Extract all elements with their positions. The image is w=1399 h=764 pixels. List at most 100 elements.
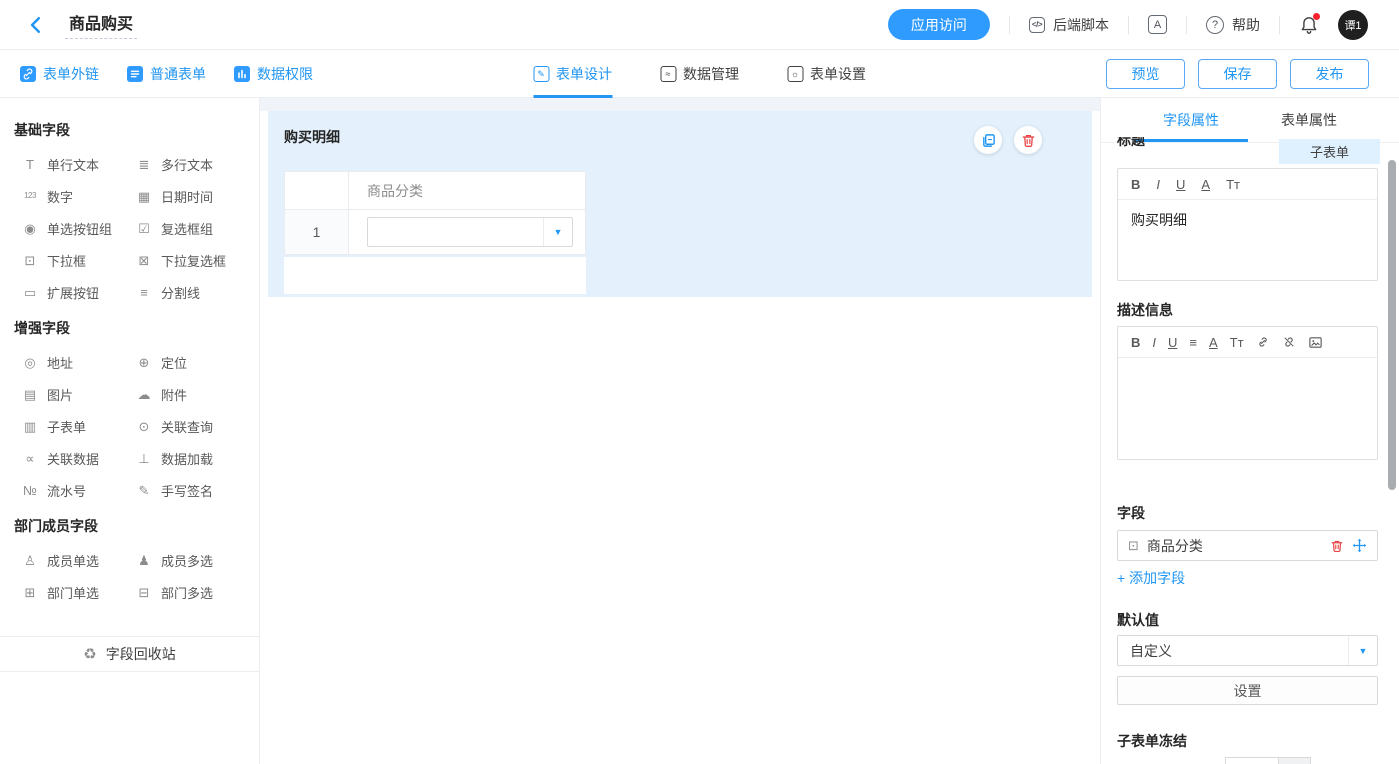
sidebar-item-multi-line-text[interactable]: ≣多行文本 <box>128 148 242 180</box>
tab-form-design[interactable]: ✎ 表单设计 <box>533 50 612 98</box>
dropdown-icon: ⊡ <box>21 254 39 267</box>
sidebar-item-image[interactable]: ▤图片 <box>14 378 128 410</box>
sidebar-item-data-load[interactable]: ⊥数据加载 <box>128 442 242 474</box>
location-icon: ⊕ <box>135 356 153 369</box>
image-insert-icon <box>1308 335 1323 350</box>
sidebar-item-subform[interactable]: ▥子表单 <box>14 410 128 442</box>
tab-form-properties[interactable]: 表单属性 <box>1281 110 1337 142</box>
panel-scrollbar-thumb[interactable] <box>1388 160 1396 490</box>
add-field-button[interactable]: + 添加字段 <box>1117 568 1185 588</box>
title-editor-value[interactable]: 购买明细 <box>1118 200 1377 240</box>
avatar[interactable]: 谭1 <box>1338 10 1368 40</box>
data-permission-button[interactable]: 数据权限 <box>234 64 313 84</box>
tab-field-properties[interactable]: 字段属性 <box>1163 110 1219 142</box>
font-size-button[interactable]: Tᴛ <box>1226 178 1240 191</box>
save-button[interactable]: 保存 <box>1198 59 1277 89</box>
checkbox-icon: ☑ <box>135 222 153 235</box>
font-color-button[interactable]: A <box>1201 178 1210 191</box>
sidebar-item-location[interactable]: ⊕定位 <box>128 346 242 378</box>
tab-form-settings[interactable]: ☼ 表单设置 <box>787 50 866 98</box>
description-editor-value[interactable] <box>1118 358 1377 378</box>
page-title[interactable]: 商品购买 <box>65 10 137 39</box>
normal-form-button[interactable]: 普通表单 <box>127 64 206 84</box>
bold-button[interactable]: B <box>1131 178 1140 191</box>
default-value-select[interactable]: 自定义 ▼ <box>1117 635 1378 666</box>
subform-block-selected[interactable]: 购买明细 商品分类 <box>268 111 1092 297</box>
sidebar-item-checkbox-group[interactable]: ☑复选框组 <box>128 212 242 244</box>
translate-button[interactable]: A <box>1148 15 1167 34</box>
item-label: 单行文本 <box>47 155 99 174</box>
link-chain-icon <box>1256 335 1270 349</box>
sidebar-item-linked-data[interactable]: ∝关联数据 <box>14 442 128 474</box>
sidebar-item-single-line-text[interactable]: T单行文本 <box>14 148 128 180</box>
delete-subform-button[interactable] <box>1014 126 1042 154</box>
sidebar-item-member-multi[interactable]: ♟成员多选 <box>128 544 242 576</box>
preview-button[interactable]: 预览 <box>1106 59 1185 89</box>
subform-title: 购买明细 <box>284 127 1076 147</box>
freeze-stepper-partial[interactable] <box>1225 757 1311 764</box>
code-icon: </> <box>1029 17 1045 33</box>
stepper-input[interactable] <box>1225 757 1279 764</box>
sidebar-item-extend-button[interactable]: ▭扩展按钮 <box>14 276 128 308</box>
align-button[interactable]: ≡ <box>1189 336 1197 349</box>
canvas-top-strip <box>260 98 1100 111</box>
tab-data-management[interactable]: ≈ 数据管理 <box>660 50 739 98</box>
radio-icon: ◉ <box>21 222 39 235</box>
copy-subform-button[interactable] <box>974 126 1002 154</box>
title-editor[interactable]: B I U A Tᴛ 购买明细 <box>1117 168 1378 281</box>
sidebar-item-dept-single[interactable]: ⊞部门单选 <box>14 576 128 608</box>
chevron-left-icon <box>27 16 45 34</box>
item-label: 关联查询 <box>161 417 213 436</box>
description-label: 描述信息 <box>1117 300 1173 320</box>
data-permission-label: 数据权限 <box>257 64 313 84</box>
sidebar-item-address[interactable]: ◎地址 <box>14 346 128 378</box>
move-field-handle[interactable] <box>1352 538 1367 553</box>
underline-button[interactable]: U <box>1168 336 1177 349</box>
field-recycle-bin-button[interactable]: ♻ 字段回收站 <box>0 636 259 672</box>
insert-link-button[interactable] <box>1256 335 1270 349</box>
sidebar-item-linked-query[interactable]: ⊙关联查询 <box>128 410 242 442</box>
sidebar-item-signature[interactable]: ✎手写签名 <box>128 474 242 506</box>
font-size-button[interactable]: Tᴛ <box>1230 336 1244 349</box>
normal-form-label: 普通表单 <box>150 64 206 84</box>
remove-link-button[interactable] <box>1282 335 1296 349</box>
description-editor[interactable]: B I U ≡ A Tᴛ <box>1117 326 1378 460</box>
category-select[interactable]: ▼ <box>367 217 573 247</box>
publish-button[interactable]: 发布 <box>1290 59 1369 89</box>
insert-image-button[interactable] <box>1308 335 1323 350</box>
dept-multi-icon: ⊟ <box>135 586 153 599</box>
back-button[interactable] <box>27 16 45 34</box>
italic-button[interactable]: I <box>1152 336 1156 349</box>
form-external-link-button[interactable]: 表单外链 <box>20 64 99 84</box>
help-button[interactable]: ? 帮助 <box>1206 15 1260 35</box>
italic-button[interactable]: I <box>1156 178 1160 191</box>
item-label: 日期时间 <box>161 187 213 206</box>
delete-field-button[interactable] <box>1330 539 1344 553</box>
sidebar-item-multi-dropdown[interactable]: ⊠下拉复选框 <box>128 244 242 276</box>
sidebar-item-datetime[interactable]: ▦ 日期时间 <box>128 180 242 212</box>
bold-button[interactable]: B <box>1131 336 1140 349</box>
sidebar-item-dept-multi[interactable]: ⊟部门多选 <box>128 576 242 608</box>
sidebar-item-serial-number[interactable]: №流水号 <box>14 474 128 506</box>
subform-add-row-area[interactable] <box>284 257 586 294</box>
sidebar-item-member-single[interactable]: ♙成员单选 <box>14 544 128 576</box>
font-color-button[interactable]: A <box>1209 336 1218 349</box>
sidebar-item-number[interactable]: 123数字 <box>14 180 128 212</box>
sidebar-item-divider-line[interactable]: ≡分割线 <box>128 276 242 308</box>
field-row-category[interactable]: ⊡ 商品分类 <box>1117 530 1378 561</box>
sidebar-item-dropdown[interactable]: ⊡下拉框 <box>14 244 128 276</box>
default-value-settings-button[interactable]: 设置 <box>1117 676 1378 705</box>
section-title-enhanced-fields: 增强字段 <box>14 318 249 338</box>
underline-button[interactable]: U <box>1176 178 1185 191</box>
sidebar-item-radio-group[interactable]: ◉单选按钮组 <box>14 212 128 244</box>
stepper-buttons[interactable] <box>1279 757 1311 764</box>
backend-script-button[interactable]: </> 后端脚本 <box>1029 15 1109 35</box>
translate-icon: A <box>1148 15 1167 34</box>
link-icon <box>20 66 36 82</box>
calendar-icon: ▦ <box>135 190 153 203</box>
app-access-button[interactable]: 应用访问 <box>888 9 990 40</box>
sidebar-item-attachment[interactable]: ☁附件 <box>128 378 242 410</box>
item-label: 扩展按钮 <box>47 283 99 302</box>
section-title-basic-fields: 基础字段 <box>14 120 249 140</box>
notification-button[interactable] <box>1299 15 1319 35</box>
